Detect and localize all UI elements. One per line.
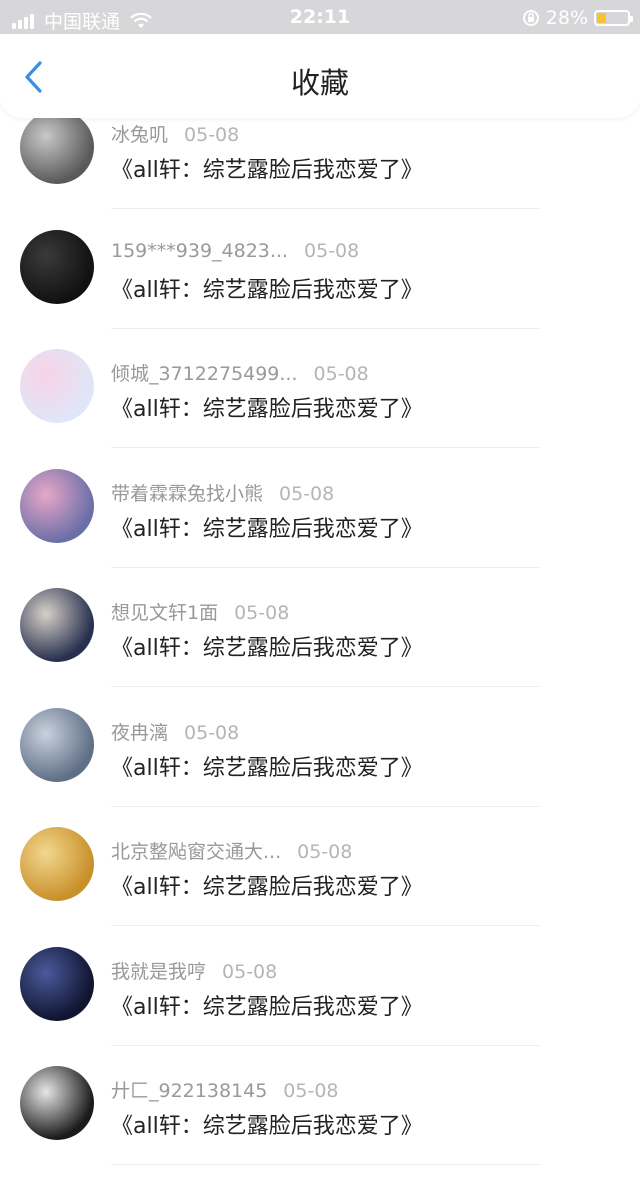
- item-meta: 我就是我哼 05-08: [111, 957, 277, 984]
- battery-fill: [597, 13, 606, 23]
- favorite-title[interactable]: 《all轩：综艺露脸后我恋爱了》: [111, 152, 423, 184]
- username[interactable]: 北京整飐窗交通大...: [111, 841, 281, 863]
- divider: [111, 1044, 540, 1046]
- item-meta: 想见文轩1面 05-08: [111, 598, 289, 625]
- divider: [111, 925, 540, 926]
- item-meta: 廾匚_922138145 05-08: [111, 1076, 339, 1103]
- date-label: 05-08: [234, 602, 290, 624]
- favorite-title[interactable]: 《all轩：综艺露脸后我恋爱了》: [111, 391, 423, 423]
- battery-percent: 28%: [545, 7, 588, 29]
- item-meta: 159***939_4823... 05-08: [111, 240, 359, 262]
- date-label: 05-08: [222, 960, 278, 983]
- divider: [111, 1164, 540, 1165]
- date-label: 05-08: [184, 721, 240, 744]
- avatar[interactable]: [20, 1066, 94, 1140]
- divider: [111, 805, 540, 807]
- avatar[interactable]: [20, 827, 94, 901]
- battery-icon: [594, 10, 633, 26]
- list-item[interactable]: 夜冉漓 05-08 《all轩：综艺露脸后我恋爱了》: [0, 707, 640, 828]
- username[interactable]: 我就是我哼: [111, 961, 206, 983]
- date-label: 05-08: [283, 1080, 339, 1102]
- favorite-title[interactable]: 《all轩：综艺露脸后我恋爱了》: [111, 272, 423, 304]
- divider: [111, 447, 540, 448]
- username[interactable]: 廾匚_922138145: [111, 1080, 267, 1102]
- favorite-title[interactable]: 《all轩：综艺露脸后我恋爱了》: [111, 869, 423, 901]
- item-meta: 冰兔叽 05-08: [111, 120, 239, 147]
- avatar[interactable]: [20, 588, 94, 662]
- date-label: 05-08: [279, 482, 335, 505]
- list-item[interactable]: 倾城_3712275499... 05-08 《all轩：综艺露脸后我恋爱了》: [0, 349, 640, 469]
- item-meta: 夜冉漓 05-08: [111, 718, 239, 745]
- list-item[interactable]: 想见文轩1面 05-08 《all轩：综艺露脸后我恋爱了》: [0, 588, 640, 708]
- favorite-title[interactable]: 《all轩：综艺露脸后我恋爱了》: [111, 1108, 423, 1140]
- list-item[interactable]: 159***939_4823... 05-08 《all轩：综艺露脸后我恋爱了》: [0, 229, 640, 350]
- avatar[interactable]: [20, 229, 94, 304]
- date-label: 05-08: [304, 239, 360, 262]
- avatar[interactable]: [20, 468, 94, 543]
- username[interactable]: 带着霖霖兔找小熊: [111, 483, 263, 505]
- favorite-title[interactable]: 《all轩：综艺露脸后我恋爱了》: [111, 511, 423, 543]
- status-right: 28%: [522, 7, 633, 29]
- date-label: 05-08: [313, 363, 369, 385]
- username[interactable]: 想见文轩1面: [111, 602, 218, 624]
- list-item[interactable]: 带着霖霖兔找小熊 05-08 《all轩：综艺露脸后我恋爱了》: [0, 468, 640, 589]
- username[interactable]: 倾城_3712275499...: [111, 363, 298, 385]
- favorites-list: 冰兔叽 05-08 《all轩：综艺露脸后我恋爱了》 159***939_4823..…: [0, 110, 640, 1186]
- username[interactable]: 夜冉漓: [111, 722, 168, 744]
- divider: [111, 327, 540, 329]
- avatar[interactable]: [20, 946, 94, 1021]
- item-meta: 倾城_3712275499... 05-08: [111, 359, 369, 386]
- favorite-title[interactable]: 《all轩：综艺露脸后我恋爱了》: [111, 630, 423, 662]
- list-item[interactable]: 廾匚_922138145 05-08 《all轩：综艺露脸后我恋爱了》: [0, 1066, 640, 1186]
- username[interactable]: 冰兔叽: [111, 124, 168, 146]
- favorite-title[interactable]: 《all轩：综艺露脸后我恋爱了》: [111, 989, 423, 1021]
- avatar[interactable]: [20, 707, 94, 782]
- avatar[interactable]: [20, 110, 94, 184]
- favorite-title[interactable]: 《all轩：综艺露脸后我恋爱了》: [111, 750, 423, 782]
- page-title: 收藏: [290, 66, 349, 100]
- date-label: 05-08: [184, 124, 240, 146]
- divider: [111, 566, 540, 568]
- status-bar: 中国联通 22:11 28%: [0, 0, 640, 34]
- item-meta: 带着霖霖兔找小熊 05-08: [111, 479, 334, 506]
- date-label: 05-08: [297, 841, 353, 863]
- username[interactable]: 159***939_4823...: [111, 240, 288, 262]
- avatar[interactable]: [20, 349, 94, 423]
- list-item[interactable]: 冰兔叽 05-08 《all轩：综艺露脸后我恋爱了》: [0, 110, 640, 230]
- list-item[interactable]: 北京整飐窗交通大... 05-08 《all轩：综艺露脸后我恋爱了》: [0, 827, 640, 947]
- divider: [111, 208, 540, 209]
- divider: [111, 686, 540, 687]
- nav-header: 收藏: [0, 34, 640, 118]
- item-meta: 北京整飐窗交通大... 05-08: [111, 837, 352, 864]
- list-item[interactable]: 我就是我哼 05-08 《all轩：综艺露脸后我恋爱了》: [0, 946, 640, 1067]
- rotation-lock-icon: [522, 10, 539, 26]
